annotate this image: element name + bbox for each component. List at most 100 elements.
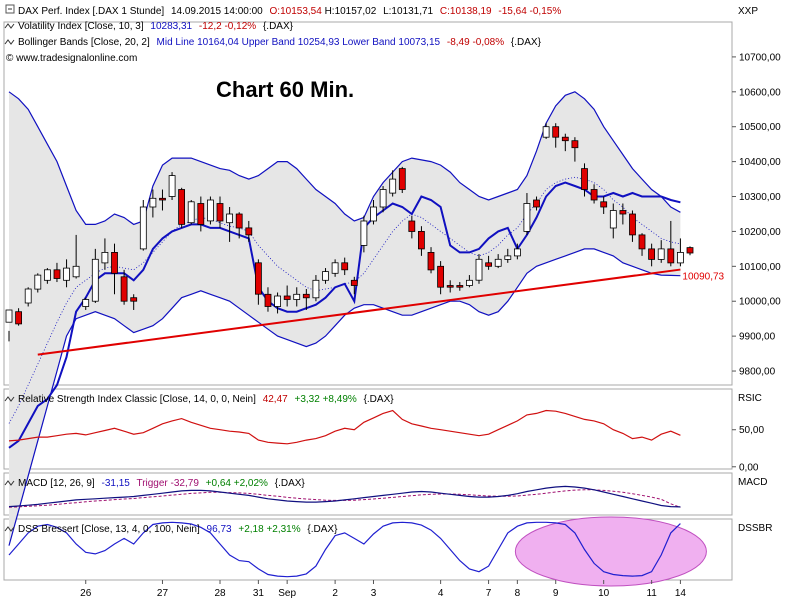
up-candle-body <box>168 175 176 197</box>
up-candle-body <box>72 265 80 278</box>
up-candle-body <box>139 206 147 250</box>
rsi-header-text: Relative Strength Index Classic [Close, … <box>18 394 394 405</box>
down-candle-body <box>590 189 598 201</box>
up-candle-body <box>514 248 521 257</box>
x-tick-label: 26 <box>80 588 92 599</box>
price-tick-label: 9900,00 <box>739 332 776 343</box>
rsi-tick-label: 50,00 <box>739 425 764 436</box>
price-tick-label: 10400,00 <box>739 157 781 168</box>
down-candle-body <box>235 213 243 229</box>
down-candle-body <box>264 293 272 307</box>
macd-header: MACD [12, 26, 9] -31,15 Trigger -32,79 +… <box>4 478 305 489</box>
open-value: O:10153,54 <box>270 6 323 17</box>
down-candle-body <box>53 269 61 279</box>
down-candle-body <box>341 262 349 271</box>
candle <box>139 200 147 251</box>
chart-caption: Chart 60 Min. <box>216 77 354 102</box>
up-candle-body <box>677 251 684 264</box>
dss-highlight-ellipse <box>514 516 707 587</box>
down-candle-body <box>686 247 694 254</box>
up-candle-body <box>101 251 109 264</box>
x-tick-label: 8 <box>515 588 521 599</box>
up-candle-body <box>475 258 483 281</box>
x-tick-label: 3 <box>371 588 377 599</box>
up-candle-body <box>5 309 13 323</box>
rsi-tick-label: 0,00 <box>739 462 759 473</box>
macd-value: -31,15 <box>101 478 130 489</box>
up-candle-body <box>389 178 397 194</box>
volatility-change: -12,2 -0,12% <box>199 21 256 32</box>
up-candle-body <box>360 220 368 246</box>
x-tick-label: 10 <box>598 588 610 599</box>
up-candle-body <box>274 295 282 307</box>
candle <box>187 200 195 225</box>
down-candle-body <box>15 311 23 325</box>
up-candle-body <box>542 126 550 138</box>
x-tick-label: Sep <box>278 588 296 599</box>
dss-symbol: {.DAX} <box>307 524 338 535</box>
up-candle-body <box>24 288 32 304</box>
price-tick-label: 10300,00 <box>739 192 781 203</box>
macd-trigger: Trigger -32,79 <box>136 478 199 489</box>
down-candle-body <box>130 297 138 302</box>
down-candle-body <box>283 295 291 300</box>
instrument-name: DAX Perf. Index [.DAX 1 Stunde] <box>18 6 164 17</box>
header-line-3-text: Bollinger Bands [Close, 20, 2] Mid Line … <box>18 37 542 48</box>
copyright-text: © www.tradesignalonline.com <box>6 53 137 64</box>
up-candle-body <box>226 213 234 224</box>
header-line-2-text: Volatility Index [Close, 10, 3] 10283,31… <box>18 21 294 32</box>
down-candle-body <box>533 199 540 208</box>
x-tick-label: 7 <box>486 588 492 599</box>
volatility-value: 10283,31 <box>150 21 192 32</box>
down-candle-body <box>178 189 186 225</box>
candle <box>168 172 176 201</box>
x-tick-label: 28 <box>214 588 226 599</box>
down-candle-body <box>446 285 454 288</box>
down-candle-body <box>619 210 627 215</box>
x-tick-label: 27 <box>157 588 169 599</box>
down-candle-body <box>408 220 416 232</box>
up-candle-body <box>312 279 320 299</box>
down-candle-body <box>120 276 128 302</box>
down-candle-body <box>197 203 205 225</box>
macd-header-text: MACD [12, 26, 9] -31,15 Trigger -32,79 +… <box>18 478 305 489</box>
up-candle-body <box>63 267 70 281</box>
up-candle-body <box>657 248 665 260</box>
dss-value: 96,73 <box>207 524 232 535</box>
up-candle-body <box>82 299 90 307</box>
bollinger-bands-values: Mid Line 10164,04 Upper Band 10254,93 Lo… <box>157 37 441 48</box>
price-change: -15,64 -0,15% <box>498 6 561 17</box>
down-candle-body <box>648 248 655 260</box>
up-candle-body <box>91 258 99 302</box>
dax-chart: 10090,73 9800,00 9900,00 10000,00 10100,00 1… <box>0 0 800 600</box>
rsi-symbol: {.DAX} <box>364 394 395 405</box>
price-tick-label: 10500,00 <box>739 122 781 133</box>
rsi-value: 42,47 <box>263 394 288 405</box>
down-candle-body <box>561 136 569 142</box>
volatility-symbol: {.DAX} <box>263 21 294 32</box>
down-candle-body <box>456 285 464 288</box>
down-candle-body <box>552 126 560 138</box>
price-tick-label: 10200,00 <box>739 227 781 238</box>
rsi-change: +3,32 +8,49% <box>295 394 357 405</box>
x-tick-label: 2 <box>332 588 338 599</box>
bollinger-symbol: {.DAX} <box>511 37 542 48</box>
header-line-1: DAX Perf. Index [.DAX 1 Stunde] 14.09.20… <box>5 4 561 17</box>
up-candle-body <box>293 293 301 300</box>
header-line-3: Bollinger Bands [Close, 20, 2] Mid Line … <box>4 37 542 48</box>
dss-header-text: DSS Bressert [Close, 13, 4, 0, 100, Nein… <box>18 524 338 535</box>
dss-header: DSS Bressert [Close, 13, 4, 0, 100, Nein… <box>4 524 338 535</box>
down-candle-body <box>417 230 425 250</box>
up-candle-body <box>44 269 51 281</box>
trendline-value-label: 10090,73 <box>682 272 724 283</box>
down-candle-body <box>111 251 118 274</box>
up-candle-body <box>331 262 339 274</box>
up-candle-body <box>370 206 377 222</box>
x-tick-label: 11 <box>646 588 657 599</box>
down-candle-body <box>245 227 253 236</box>
up-candle-body <box>206 199 214 222</box>
down-candle-body <box>302 293 310 299</box>
candle <box>178 187 186 228</box>
price-tick-label: 10600,00 <box>739 87 781 98</box>
up-candle-body <box>465 279 473 286</box>
